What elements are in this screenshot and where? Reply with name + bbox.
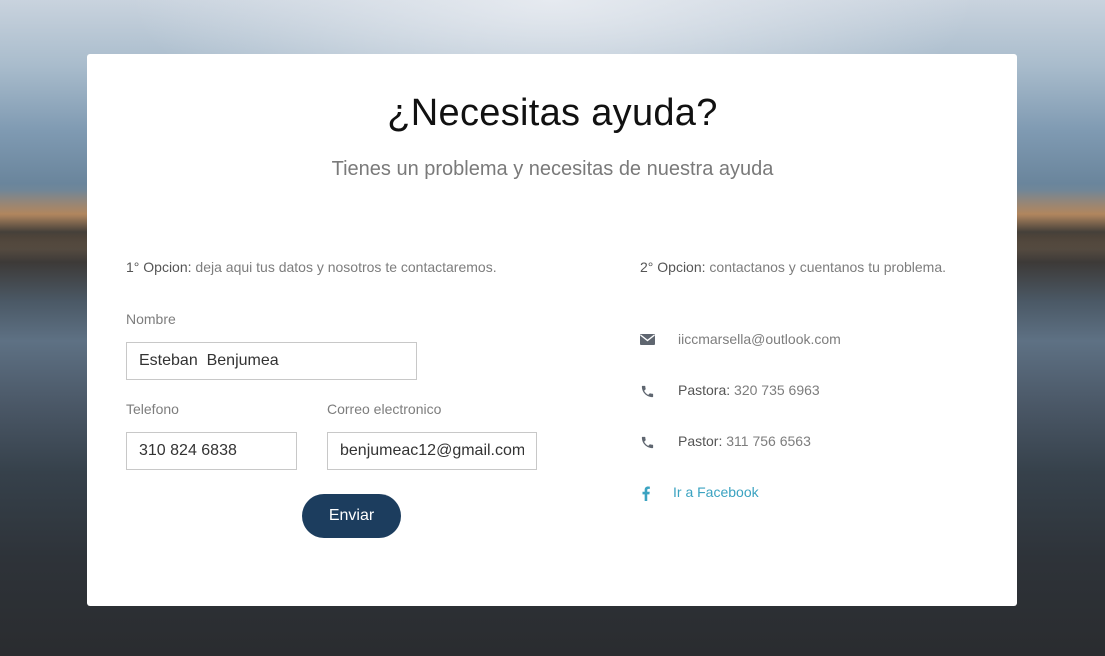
contact-email-value: iiccmarsella@outlook.com (678, 331, 841, 347)
contact-pastora-text: Pastora: 320 735 6963 (678, 382, 820, 398)
option-2-label: 2° Opcion: (640, 259, 706, 275)
contact-pastora-label: Pastora: (678, 382, 731, 398)
contact-facebook-row: Ir a Facebook (640, 484, 940, 504)
contact-pastor-phone: 311 756 6563 (722, 433, 811, 449)
name-field[interactable] (126, 342, 417, 380)
phone-label: Telefono (126, 401, 179, 417)
contact-pastor-row: Pastor: 311 756 6563 (640, 433, 940, 453)
facebook-icon[interactable] (641, 486, 657, 502)
email-label: Correo electronico (327, 401, 442, 417)
facebook-link[interactable]: Ir a Facebook (673, 484, 759, 500)
option-1-description: 1° Opcion: deja aqui tus datos y nosotro… (126, 259, 497, 275)
phone-field[interactable] (126, 432, 297, 470)
envelope-icon (640, 333, 656, 349)
option-1-text: deja aqui tus datos y nosotros te contac… (191, 259, 497, 275)
help-card (87, 54, 1017, 606)
page-title: ¿Necesitas ayuda? (387, 92, 718, 134)
option-1-label: 1° Opcion: (126, 259, 192, 275)
contact-pastor-label: Pastor: (678, 433, 723, 449)
name-label: Nombre (126, 311, 176, 327)
phone-icon (640, 435, 656, 451)
contact-email-row: iiccmarsella@outlook.com (640, 331, 940, 351)
contact-pastora-row: Pastora: 320 735 6963 (640, 382, 940, 402)
page-subtitle: Tienes un problema y necesitas de nuestr… (331, 158, 774, 180)
option-2-description: 2° Opcion: contactanos y cuentanos tu pr… (640, 259, 946, 275)
submit-button[interactable]: Enviar (302, 494, 401, 538)
phone-icon (640, 384, 656, 400)
email-field[interactable] (327, 432, 537, 470)
contact-pastora-phone: 320 735 6963 (730, 382, 820, 398)
option-2-text: contactanos y cuentanos tu problema. (705, 259, 947, 275)
contact-pastor-text: Pastor: 311 756 6563 (678, 433, 811, 449)
